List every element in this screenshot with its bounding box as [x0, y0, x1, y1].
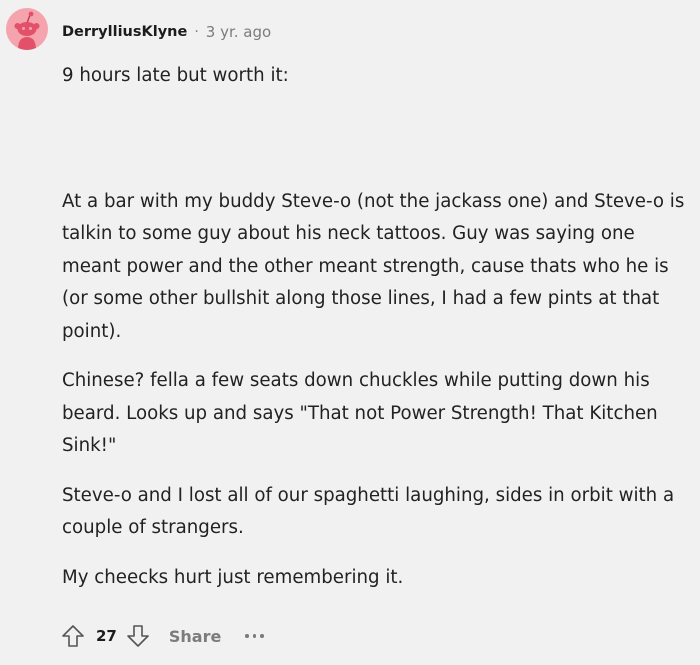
comment-header: DerrylliusKlyne · 3 yr. ago — [62, 20, 271, 44]
comment-paragraph: Chinese? fella a few seats down chuckles… — [62, 370, 658, 456]
vote-count: 27 — [96, 627, 117, 645]
comment-age[interactable]: 3 yr. ago — [206, 23, 271, 41]
downvote-button[interactable] — [125, 623, 151, 649]
arrow-up-icon — [62, 625, 84, 647]
author-link[interactable]: DerrylliusKlyne — [62, 24, 187, 40]
avatar[interactable] — [6, 8, 48, 50]
comment-paragraph: My cheecks hurt just remembering it. — [62, 566, 404, 588]
more-dot — [252, 634, 257, 638]
header-separator: · — [194, 24, 199, 40]
comment-paragraph: At a bar with my buddy Steve-o (not the … — [62, 190, 685, 342]
more-options-icon[interactable] — [245, 626, 264, 646]
upvote-button[interactable] — [60, 623, 86, 649]
comment-paragraph: Steve-o and I lost all of our spaghetti … — [62, 484, 675, 539]
comment: DerrylliusKlyne · 3 yr. ago 9 hours late… — [0, 0, 700, 665]
comment-paragraph: 9 hours late but worth it: — [62, 65, 289, 86]
more-dot — [260, 634, 264, 638]
more-dot — [245, 634, 249, 638]
snoo-avatar-icon — [14, 11, 40, 50]
share-button[interactable]: Share — [169, 627, 221, 646]
comment-body: 9 hours late but worth it: At a bar with… — [62, 60, 694, 594]
comment-actions: 27 Share — [60, 620, 264, 652]
arrow-down-icon — [127, 625, 149, 647]
